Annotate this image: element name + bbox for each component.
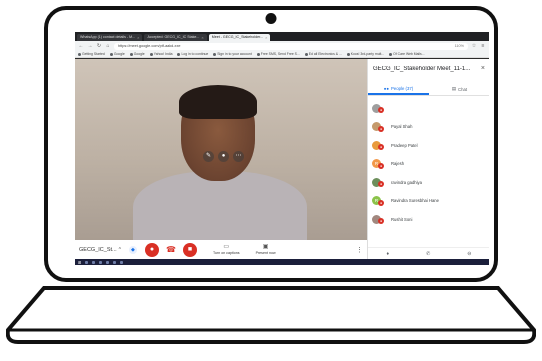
muted-mic-icon: ●: [378, 199, 384, 206]
laptop-screen: WhatsApp (1) contact details - M... × Acc…: [75, 32, 489, 265]
participant-row[interactable]: ●: [372, 99, 486, 118]
meeting-name[interactable]: GECG_IC_St...: [79, 247, 117, 253]
close-icon[interactable]: ×: [201, 34, 203, 41]
chat-icon: ▤: [451, 86, 456, 91]
muted-mic-icon: ●: [378, 144, 384, 150]
camera-off-button[interactable]: ■: [182, 242, 197, 257]
close-icon[interactable]: ×: [481, 65, 485, 72]
bookmark-item[interactable]: Ed all Electronics & ...: [305, 52, 342, 56]
tab-chat[interactable]: ▤ Chat: [429, 83, 489, 95]
participant-row[interactable]: R ● Ravindra Suresbhai Hane: [372, 192, 486, 211]
bookmarks-bar: Getting Started Google Google Yahoo! Ind…: [75, 51, 489, 58]
url-field[interactable]: https://meet.google.com/ptf-aakd-xxe 110…: [114, 42, 468, 50]
more-icon[interactable]: ⋯: [233, 151, 244, 162]
bookmark-item[interactable]: Of Care Web Mails...: [389, 52, 424, 56]
taskbar-app-icon[interactable]: [113, 260, 117, 264]
bookmark-item[interactable]: Log in to continue: [177, 52, 208, 56]
mic-icon[interactable]: ●: [218, 151, 229, 162]
participant-row[interactable]: ● Rushit Soni: [372, 210, 486, 229]
bookmark-item[interactable]: Sign in to your account: [213, 52, 252, 56]
people-panel: GECG_IC_Stakeholder Meet_11-1... × ●● Peo…: [367, 59, 489, 259]
participant-list: ● ● Payal Shah ● Pradeep Patel R ● Rajesh ● ravin…: [372, 99, 486, 229]
browser-tab-bar: WhatsApp (1) contact details - M... × Acc…: [75, 32, 489, 41]
taskbar-app-icon[interactable]: [99, 260, 103, 264]
muted-mic-icon: ●: [378, 107, 384, 113]
tile-controls: ✎ ● ⋯: [203, 151, 244, 162]
participant-name: Pradeep Patel: [391, 142, 418, 148]
video-feed: ✎ ● ⋯: [75, 59, 367, 240]
panel-title: GECG_IC_Stakeholder Meet_11-1...: [373, 66, 471, 72]
browser-tab[interactable]: WhatsApp (1) contact details - M... ×: [77, 34, 143, 41]
participant-name: Ravindra Suresbhai Hane: [391, 198, 439, 204]
bookmark-item[interactable]: Koos! 3rd-party mult...: [347, 52, 384, 56]
participant-video-hair: [179, 85, 257, 119]
home-icon[interactable]: ⌂: [105, 43, 111, 49]
bookmark-item[interactable]: Free SMS, Send Free S...: [257, 52, 300, 56]
remove-icon[interactable]: ⊖: [467, 251, 471, 257]
bookmark-item[interactable]: Yahoo! India: [150, 52, 173, 56]
close-icon[interactable]: ×: [265, 34, 267, 41]
start-icon[interactable]: ⊞: [78, 260, 81, 265]
muted-mic-icon: ●: [378, 181, 384, 187]
panel-tabs: ●● People (37) ▤ Chat: [368, 83, 489, 96]
muted-mic-icon: ●: [378, 218, 384, 224]
reload-icon[interactable]: ↻: [96, 43, 102, 49]
taskbar-app-icon[interactable]: [106, 260, 110, 264]
star-icon[interactable]: ☆: [471, 43, 477, 49]
captions-icon: ▭: [223, 244, 230, 250]
participant-row[interactable]: ● Payal Shah: [372, 118, 486, 137]
mic-off-button[interactable]: ●: [144, 242, 159, 257]
muted-mic-icon: ●: [378, 162, 384, 169]
back-icon[interactable]: ←: [78, 43, 84, 49]
address-bar: ← → ↻ ⌂ https://meet.google.com/ptf-aakd…: [75, 41, 489, 51]
close-icon[interactable]: ×: [137, 34, 139, 41]
bookmark-item[interactable]: Google: [110, 52, 125, 56]
browser-tab-active[interactable]: Meet - GECG_IC_Stakeholder... ×: [208, 34, 271, 41]
shield-icon[interactable]: ◆: [128, 245, 137, 254]
participant-name: Rajesh: [391, 161, 405, 167]
zoom-level: 110%: [454, 43, 464, 48]
chevron-up-icon[interactable]: ^: [119, 247, 121, 253]
browser-tab[interactable]: Accepted: GECG_IC_IC Stake... ×: [144, 34, 207, 41]
mic-icon[interactable]: ♦: [387, 251, 390, 257]
captions-button[interactable]: ▭ Turn on captions: [213, 244, 240, 255]
present-button[interactable]: ▣ Present now: [256, 244, 276, 255]
laptop-base: [6, 286, 536, 344]
os-taskbar: ⊞: [75, 259, 489, 265]
participant-row[interactable]: R ● Rajesh: [372, 155, 486, 174]
forward-icon[interactable]: →: [87, 43, 93, 49]
pin-icon[interactable]: ✎: [203, 151, 214, 162]
taskbar-app-icon[interactable]: [85, 260, 89, 264]
bookmark-item[interactable]: Google: [130, 52, 145, 56]
muted-mic-icon: ●: [378, 125, 384, 132]
participant-row[interactable]: ● ravindra gadhiya: [372, 173, 486, 192]
hangup-button[interactable]: ☎: [166, 245, 176, 254]
participant-video-body: [133, 171, 307, 240]
webcam-dot: [265, 13, 277, 24]
participant-name: Rushit Soni: [391, 216, 413, 222]
more-options-icon[interactable]: ⋮: [356, 246, 363, 254]
tab-people[interactable]: ●● People (37): [368, 83, 429, 95]
people-icon: ●●: [383, 85, 389, 91]
menu-icon[interactable]: ≡: [480, 43, 486, 49]
present-icon: ▣: [262, 244, 269, 250]
meeting-controls-bar: GECG_IC_St... ^ ◆ ● ☎ ■ ▭ Turn on captio…: [75, 240, 367, 259]
bookmark-item[interactable]: Getting Started: [78, 52, 105, 56]
participant-row[interactable]: ● Pradeep Patel: [372, 136, 486, 155]
taskbar-app-icon[interactable]: [120, 260, 124, 264]
phone-icon[interactable]: ✆: [426, 251, 430, 257]
participant-name: ravindra gadhiya: [391, 179, 422, 185]
participant-name: Payal Shah: [391, 124, 413, 130]
taskbar-app-icon[interactable]: [92, 260, 96, 264]
